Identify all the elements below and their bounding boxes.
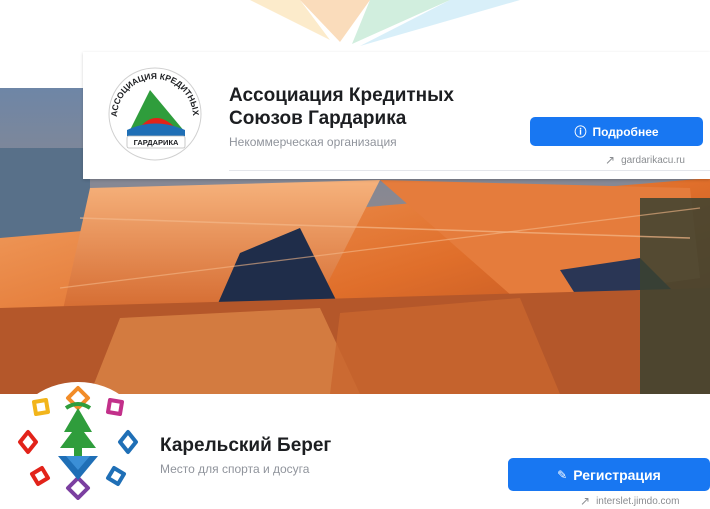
org-website-link[interactable]: ↗ gardarikacu.ru [605,153,685,167]
divider [229,170,710,171]
register-label: Регистрация [573,466,661,483]
top-decoration [250,0,520,46]
gardarika-logo[interactable]: АССОЦИАЦИЯ КРЕДИТНЫХ СОЮЗОВ ГАРДАРИКА [101,54,205,162]
more-info-label: Подробнее [592,124,659,139]
external-link-icon: ↗ [605,153,616,167]
page-category: Место для спорта и досуга [160,462,310,476]
logo-banner-text: ГАРДАРИКА [134,138,179,147]
org-page-card: АССОЦИАЦИЯ КРЕДИТНЫХ СОЮЗОВ ГАРДАРИКА Ас… [83,52,710,179]
page-title[interactable]: Карельский Берег [160,435,331,457]
karelsky-bereg-logo[interactable] [10,382,146,500]
org-page-title[interactable]: Ассоциация Кредитных Союзов Гардарика [229,84,529,130]
pencil-icon: ✎ [557,467,568,482]
more-info-button[interactable]: ⓘ Подробнее [530,117,703,146]
org-website-text: gardarikacu.ru [621,154,685,166]
org-page-category: Некоммерческая организация [229,135,397,149]
page-website-text: interslet.jimdo.com [596,495,680,507]
page-website-link[interactable]: ↗ interslet.jimdo.com [580,494,679,508]
register-button[interactable]: ✎ Регистрация [508,458,710,491]
gardarika-emblem: АССОЦИАЦИЯ КРЕДИТНЫХ СОЮЗОВ ГАРДАРИКА [101,54,202,161]
info-icon: ⓘ [574,125,587,139]
snowflake-tree-emblem [18,386,138,500]
external-link-icon: ↗ [580,494,591,508]
